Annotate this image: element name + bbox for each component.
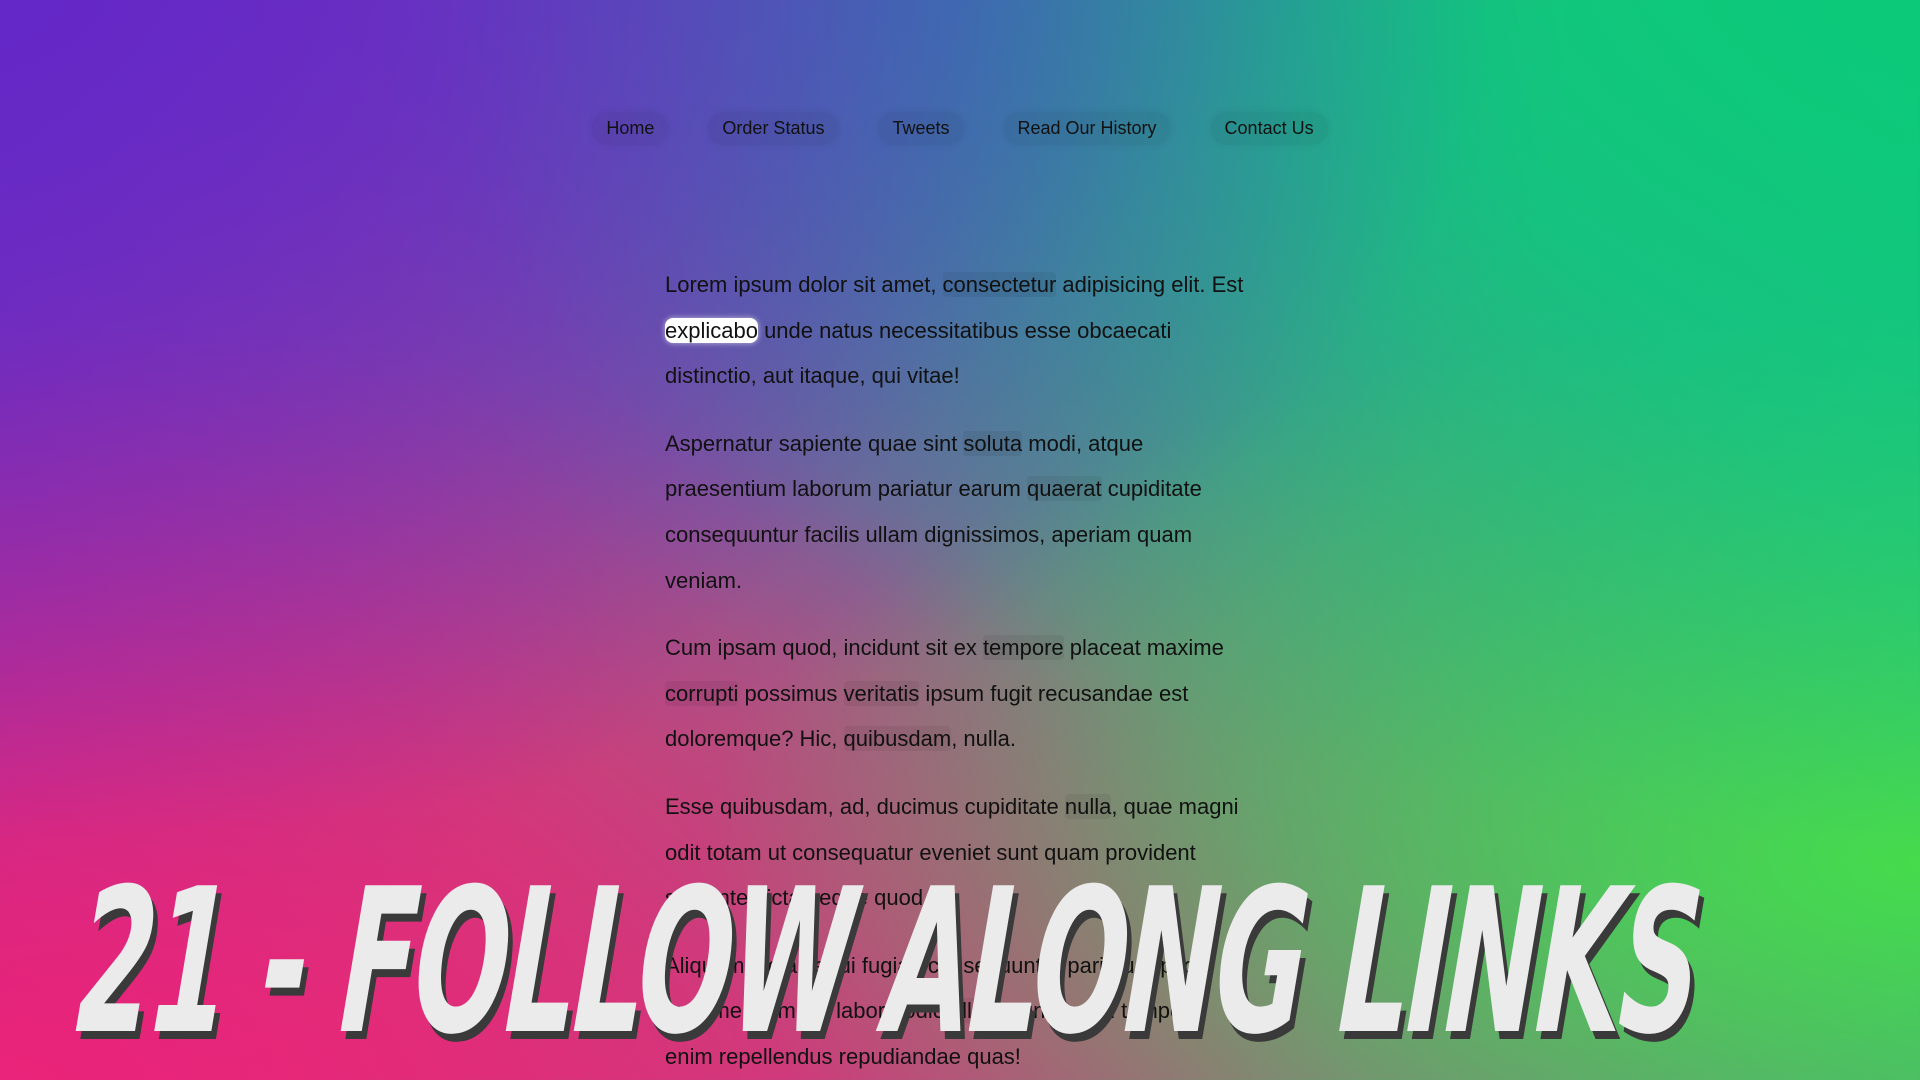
paragraph-2: Aspernatur sapiente quae sint soluta mod… [665, 421, 1245, 603]
paragraph-1: Lorem ipsum dolor sit amet, consectetur … [665, 262, 1245, 399]
text-segment: adipisicing elit. Est [1056, 272, 1244, 297]
inline-link-nulla[interactable]: nulla [1064, 793, 1112, 819]
text-segment: Lorem ipsum dolor sit amet, [665, 272, 943, 297]
text-segment: Esse quibusdam, ad, ducimus cupiditate [665, 793, 1065, 819]
inline-link-tempore[interactable]: tempore [982, 635, 1064, 661]
inline-link-quaerat[interactable]: quaerat [1026, 476, 1102, 502]
text-segment: possimus [738, 680, 844, 706]
inline-link-quibusdam[interactable]: quibusdam [843, 726, 952, 752]
inline-link-explicabo-highlighted[interactable]: explicabo [665, 317, 758, 343]
text-segment: placeat maxime [1063, 635, 1224, 661]
text-segment: Aspernatur sapiente quae sint [665, 430, 964, 456]
nav-link-home[interactable]: Home [592, 112, 669, 145]
video-title-banner: 21 - FOLLOW ALONG LINKS [71, 846, 1706, 1079]
text-segment: Cum ipsam quod, incidunt sit ex [665, 635, 983, 661]
inline-link-corrupti[interactable]: corrupti [665, 680, 739, 706]
top-nav: Home Order Status Tweets Read Our Histor… [0, 112, 1920, 145]
nav-link-read-our-history[interactable]: Read Our History [1003, 112, 1171, 145]
paragraph-3: Cum ipsam quod, incidunt sit ex tempore … [665, 625, 1245, 762]
nav-link-contact-us[interactable]: Contact Us [1210, 112, 1328, 145]
nav-link-order-status[interactable]: Order Status [708, 112, 839, 145]
inline-link-soluta[interactable]: soluta [963, 430, 1023, 456]
nav-link-tweets[interactable]: Tweets [878, 112, 964, 145]
inline-link-consectetur[interactable]: consectetur [942, 272, 1057, 297]
inline-link-veritatis[interactable]: veritatis [843, 680, 920, 706]
text-segment: , nulla. [951, 726, 1017, 752]
